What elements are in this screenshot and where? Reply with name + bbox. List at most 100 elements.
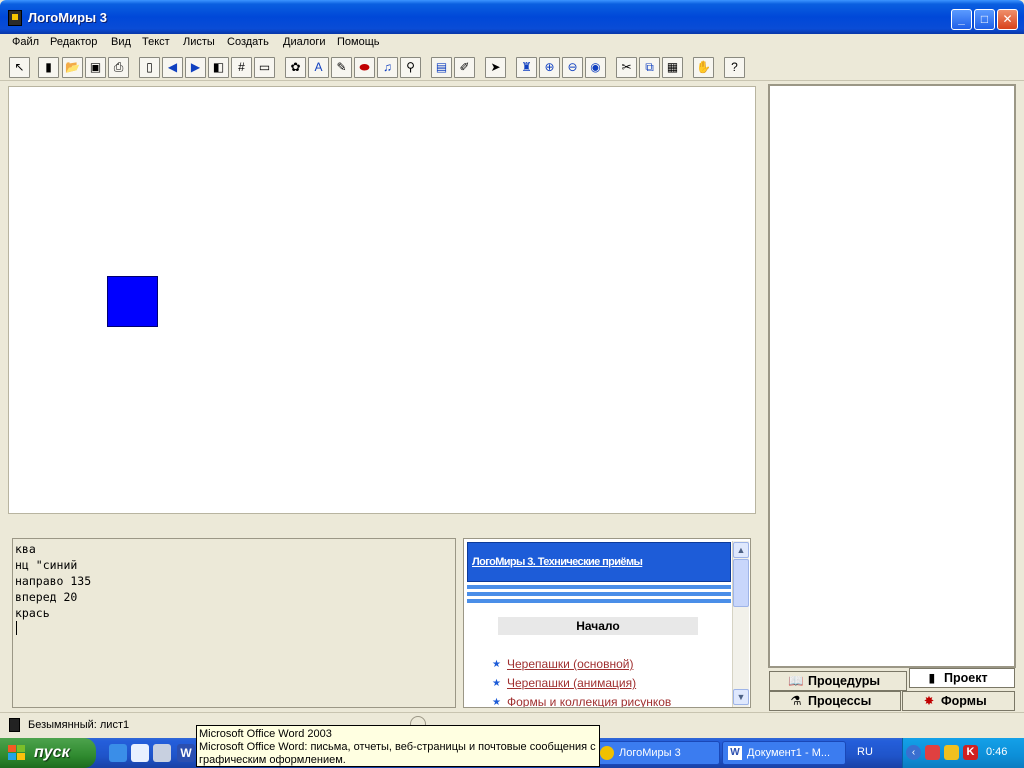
help-stripe [467,592,731,596]
command-line: крась [15,606,50,620]
open-folder-icon[interactable]: 📂 [62,57,83,78]
select-arrow-icon[interactable]: ➤ [485,57,506,78]
command-line: нц "синий [15,558,78,572]
stop-hand-icon[interactable]: ✋ [693,57,714,78]
word-task-icon: W [728,746,742,760]
minimize-button[interactable]: _ [951,9,972,30]
turtle-icon[interactable]: ✿ [285,57,306,78]
music-icon[interactable]: ♫ [377,57,398,78]
start-button[interactable]: пуск [0,738,96,768]
text-caret [16,621,17,635]
windows-flag-icon [8,745,26,761]
grid-icon[interactable]: # [231,57,252,78]
book-icon: 📖 [788,674,804,688]
tab-label: Формы [941,694,987,708]
previous-page-icon[interactable]: ◀ [162,57,183,78]
tab-forms[interactable]: ✸ Формы [902,691,1015,711]
help-panel[interactable]: ЛогоМиры 3. Технические приёмы Начало ★ … [463,538,751,708]
task-label: Документ1 - M... [747,747,831,759]
tooltip-description: Microsoft Office Word: письма, отчеты, в… [199,741,596,753]
help-link-turtles-basic[interactable]: Черепашки (основной) [507,657,633,671]
maximize-button[interactable]: □ [974,9,995,30]
page-canvas[interactable] [8,86,756,514]
word-icon[interactable]: W [177,744,195,762]
window-title: ЛогоМиры 3 [28,10,107,25]
scroll-up-icon[interactable]: ▲ [733,542,749,558]
tooltip-title: Microsoft Office Word 2003 [199,728,332,740]
task-word-document[interactable]: W Документ1 - M... [722,741,846,765]
tab-processes[interactable]: ⚗ Процессы [769,691,901,711]
menu-file[interactable]: Файл [12,36,39,48]
stamp-icon[interactable]: ♜ [516,57,537,78]
help-link-shapes-collection[interactable]: Формы и коллекция рисунков [507,695,671,707]
split-view-icon[interactable]: ◧ [208,57,229,78]
tab-procedures[interactable]: 📖 Процедуры [769,671,907,691]
blue-square-shape[interactable] [107,276,158,327]
project-icon[interactable]: ▮ [38,57,59,78]
save-icon[interactable]: ▣ [85,57,106,78]
internet-explorer-icon[interactable] [109,744,127,762]
tooltip-description-cont: графическим оформлением. [199,754,346,766]
menu-create[interactable]: Создать [227,36,269,48]
logomir-task-icon [600,746,614,760]
help-scrollbar[interactable]: ▲ ▼ [732,541,749,707]
pointer-small-icon[interactable]: ↖ [9,57,30,78]
task-logomir[interactable]: ЛогоМиры 3 [594,741,720,765]
close-button[interactable]: ✕ [997,9,1018,30]
command-line: ква [15,542,36,556]
title-bar[interactable]: ЛогоМиры 3 _ □ ✕ [0,0,1024,34]
status-text: Безымянный: лист1 [28,719,130,731]
quicklaunch-icon[interactable] [131,744,149,762]
toolbar: ↖ ▮ 📂 ▣ ⎙ ▯ ◀ ▶ ◧ # ▭ ✿ A ✎ ⬬ ♫ ⚲ ▤ ✐ ➤ … [0,54,1024,81]
menu-dialogs[interactable]: Диалоги [283,36,326,48]
shield-icon[interactable] [944,745,959,760]
flask-icon: ⚗ [790,694,802,708]
project-icon [9,718,20,732]
help-stripe [467,599,731,603]
star-bullet-icon: ★ [492,678,501,689]
antivirus-icon[interactable]: K [963,745,978,760]
project-icon: ▮ [928,671,936,685]
new-page-icon[interactable]: ▯ [139,57,160,78]
command-line: вперед 20 [15,590,78,604]
network-icon[interactable] [925,745,940,760]
star-bullet-icon: ★ [492,697,501,708]
menu-editor[interactable]: Редактор [50,36,97,48]
procedures-pane[interactable] [768,84,1016,668]
logomir-app-icon[interactable] [8,10,22,26]
edit-pencil-icon[interactable]: ✐ [454,57,475,78]
scissors-icon[interactable]: ✂ [616,57,637,78]
language-indicator[interactable]: RU [857,746,873,758]
next-page-icon[interactable]: ▶ [185,57,206,78]
help-header-link[interactable]: ЛогоМиры 3. Технические приёмы [472,556,643,568]
text-box-icon[interactable]: A [308,57,329,78]
menu-help[interactable]: Помощь [337,36,380,48]
zoom-out-icon[interactable]: ⊖ [562,57,583,78]
frame-icon[interactable]: ▭ [254,57,275,78]
command-center[interactable]: ква нц "синий направо 135 вперед 20 крас… [12,538,456,708]
menu-pages[interactable]: Листы [183,36,215,48]
tray-expand-icon[interactable]: ‹ [906,745,921,760]
task-label: ЛогоМиры 3 [619,747,681,759]
quicklaunch-icon[interactable] [153,744,171,762]
start-label: пуск [34,744,70,761]
help-link-turtles-animation[interactable]: Черепашки (анимация) [507,676,636,690]
slider-tool-icon[interactable]: ⚲ [400,57,421,78]
eye-icon[interactable]: ◉ [585,57,606,78]
clipboard-icon[interactable]: ▤ [431,57,452,78]
print-icon[interactable]: ⎙ [108,57,129,78]
tab-label: Проект [944,671,988,685]
zoom-in-icon[interactable]: ⊕ [539,57,560,78]
paste-icon[interactable]: ▦ [662,57,683,78]
help-question-icon[interactable]: ? [724,57,745,78]
star-bullet-icon: ★ [492,659,501,670]
menu-view[interactable]: Вид [111,36,131,48]
button-tool-icon[interactable]: ⬬ [354,57,375,78]
scroll-down-icon[interactable]: ▼ [733,689,749,705]
help-header: ЛогоМиры 3. Технические приёмы [467,542,731,582]
copy-icon[interactable]: ⧉ [639,57,660,78]
scroll-thumb[interactable] [733,559,749,607]
paint-tool-icon[interactable]: ✎ [331,57,352,78]
tab-project[interactable]: ▮ Проект [909,668,1015,688]
menu-text[interactable]: Текст [142,36,170,48]
